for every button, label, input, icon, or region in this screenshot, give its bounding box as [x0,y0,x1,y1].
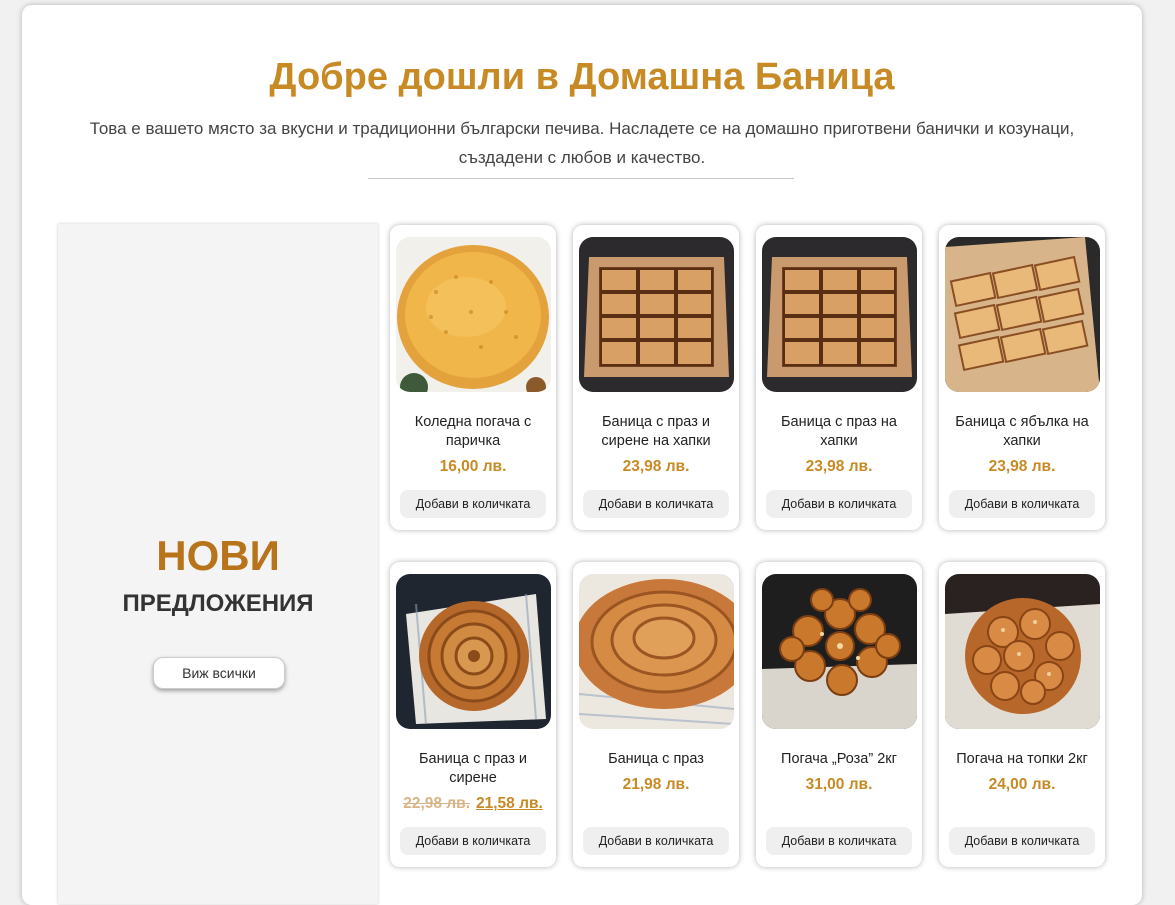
promo-subheading: ПРЕДЛОЖЕНИЯ [122,590,314,617]
add-to-cart-button[interactable]: Добави в количката [766,490,912,518]
product-name[interactable]: Коледна погача с паричка [400,413,546,451]
product-name[interactable]: Погача „Роза” 2кг [766,750,912,769]
add-to-cart-button[interactable]: Добави в количката [949,827,1095,855]
sale-price: 21,58 лв. [476,795,543,812]
add-to-cart-button[interactable]: Добави в количката [400,827,546,855]
boxed-banitsa-image[interactable] [762,237,917,392]
product-card[interactable]: Коледна погача с паричка 16,00 лв. Добав… [390,225,556,530]
product-name[interactable]: Погача на топки 2кг [949,750,1095,769]
main-panel: Добре дошли в Домашна Баница Това е ваше… [22,5,1142,905]
boxed-apple-banitsa-image[interactable] [945,237,1100,392]
spiral-banitsa-image[interactable] [396,574,551,729]
add-to-cart-button[interactable]: Добави в количката [949,490,1095,518]
divider [368,178,794,179]
product-name[interactable]: Баница с праз и сирене [400,750,546,788]
product-card[interactable]: Баница с праз и сирене 22,98 лв. 21,58 лв… [390,562,556,867]
product-name[interactable]: Баница с праз [583,750,729,769]
product-card[interactable]: Погача на топки 2кг 24,00 лв. Добави в к… [939,562,1105,867]
product-card[interactable]: Баница с ябълка на хапки 23,98 лв. Добав… [939,225,1105,530]
round-bread-image[interactable] [396,237,551,392]
product-price: 24,00 лв. [988,776,1056,793]
product-card[interactable]: Погача „Роза” 2кг 31,00 лв. Добави в кол… [756,562,922,867]
product-price: 23,98 лв. [988,458,1056,475]
old-price: 22,98 лв. [403,795,470,812]
boxed-banitsa-image[interactable] [579,237,734,392]
promo-heading: НОВИ [156,532,280,579]
product-card[interactable]: Баница с праз и сирене на хапки 23,98 лв… [573,225,739,530]
product-name[interactable]: Баница с ябълка на хапки [949,413,1095,451]
product-price-sale: 22,98 лв. 21,58 лв. [390,795,556,813]
product-name[interactable]: Баница с праз на хапки [766,413,912,451]
add-to-cart-button[interactable]: Добави в количката [583,490,729,518]
product-price: 23,98 лв. [622,458,690,475]
page-title: Добре дошли в Домашна Баница [269,56,895,98]
intro-text: Това е вашето място за вкусни и традицио… [89,119,1075,167]
product-name[interactable]: Баница с праз и сирене на хапки [583,413,729,451]
add-to-cart-button[interactable]: Добави в количката [583,827,729,855]
product-price: 21,98 лв. [622,776,690,793]
product-price: 16,00 лв. [439,458,507,475]
rose-pogacha-image[interactable] [762,574,917,729]
product-card[interactable]: Баница с праз 21,98 лв. Добави в количка… [573,562,739,867]
ball-pogacha-image[interactable] [945,574,1100,729]
view-all-button[interactable]: Виж всички [153,657,285,689]
product-price: 31,00 лв. [805,776,873,793]
product-price: 23,98 лв. [805,458,873,475]
add-to-cart-button[interactable]: Добави в количката [400,490,546,518]
add-to-cart-button[interactable]: Добави в количката [766,827,912,855]
spiral-banitsa-closeup-image[interactable] [579,574,734,729]
new-offers-banner: НОВИ ПРЕДЛОЖЕНИЯ Виж всички [58,224,378,904]
product-card[interactable]: Баница с праз на хапки 23,98 лв. Добави … [756,225,922,530]
